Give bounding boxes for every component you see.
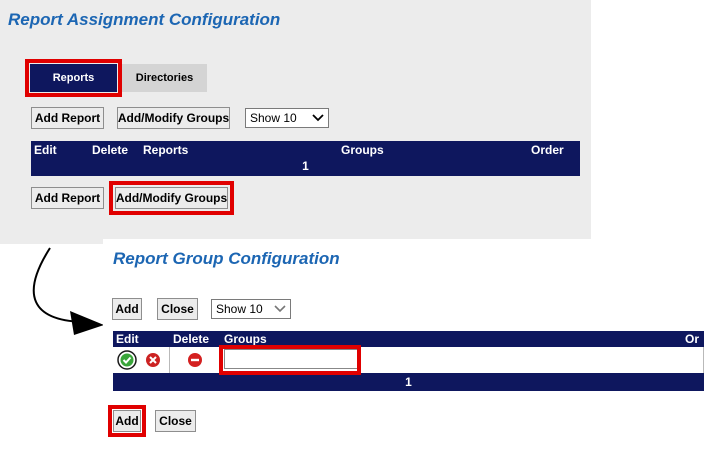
column-header-order: Order bbox=[531, 143, 564, 157]
column-header-delete: Delete bbox=[92, 143, 129, 157]
column-header-edit: Edit bbox=[34, 143, 57, 157]
close-button[interactable]: Close bbox=[157, 298, 198, 320]
table-row bbox=[113, 347, 704, 373]
add-group-button[interactable]: Add bbox=[112, 298, 142, 320]
page-number-link[interactable]: 1 bbox=[113, 373, 704, 391]
add-report-button[interactable]: Add Report bbox=[31, 107, 104, 129]
chevron-down-icon bbox=[274, 305, 286, 313]
highlight-reports-tab bbox=[25, 59, 122, 97]
delete-minus-icon[interactable] bbox=[187, 352, 203, 368]
reports-table: Edit Delete Reports Groups Order 1 bbox=[31, 141, 580, 176]
highlight-add-modify-groups bbox=[109, 181, 234, 215]
column-header-groups: Groups bbox=[341, 143, 384, 157]
column-header-reports: Reports bbox=[143, 143, 189, 157]
group-show-count-value: Show 10 bbox=[216, 302, 263, 316]
tab-directories[interactable]: Directories bbox=[122, 64, 207, 92]
column-divider bbox=[169, 347, 170, 373]
page-title: Report Assignment Configuration bbox=[8, 10, 281, 29]
page-number-link[interactable]: 1 bbox=[31, 158, 580, 174]
group-show-count-select[interactable]: Show 10 bbox=[211, 299, 291, 319]
groups-table-pager: 1 bbox=[113, 373, 704, 391]
show-count-select[interactable]: Show 10 bbox=[245, 108, 329, 128]
add-report-button-bottom[interactable]: Add Report bbox=[31, 187, 104, 209]
groups-table-header: Edit Delete Groups Or bbox=[113, 331, 704, 347]
column-header-order: Or bbox=[685, 332, 700, 346]
column-header-delete: Delete bbox=[173, 332, 210, 346]
highlight-add-button bbox=[108, 405, 146, 437]
add-modify-groups-button[interactable]: Add/Modify Groups bbox=[117, 107, 230, 129]
close-button-bottom[interactable]: Close bbox=[155, 410, 196, 432]
highlight-group-input bbox=[219, 345, 361, 375]
show-count-value: Show 10 bbox=[250, 111, 297, 125]
dialog-title: Report Group Configuration bbox=[113, 249, 340, 268]
save-check-icon[interactable] bbox=[117, 350, 137, 370]
column-header-groups: Groups bbox=[224, 332, 267, 346]
cancel-x-icon[interactable] bbox=[145, 352, 161, 368]
report-group-panel: Report Group Configuration Add Close Sho… bbox=[103, 239, 704, 449]
column-header-edit: Edit bbox=[116, 332, 139, 346]
report-assignment-panel: Report Assignment Configuration Reports … bbox=[0, 0, 591, 244]
chevron-down-icon bbox=[312, 114, 324, 122]
